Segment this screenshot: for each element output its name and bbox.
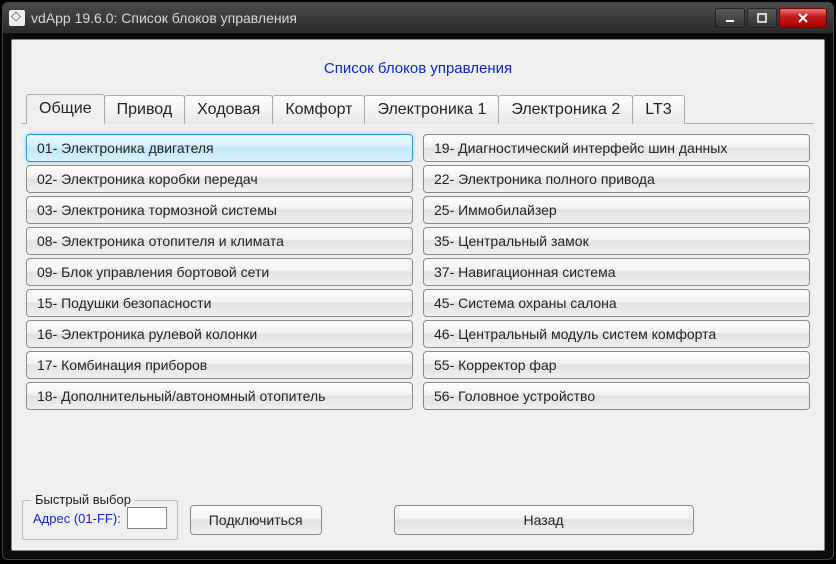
block-button[interactable]: 25- Иммобилайзер [423,196,810,224]
block-button[interactable]: 37- Навигационная система [423,258,810,286]
block-button[interactable]: 22- Электроника полного привода [423,165,810,193]
block-button[interactable]: 18- Дополнительный/автономный отопитель [26,382,413,410]
tab-0[interactable]: Общие [26,94,105,124]
block-button[interactable]: 56- Головное устройство [423,382,810,410]
maximize-button[interactable] [747,8,777,28]
tab-content: 01- Электроника двигателя 02- Электроника… [22,124,814,494]
tab-2[interactable]: Ходовая [184,95,273,124]
client-area: Список блоков управления ОбщиеПриводХодо… [11,39,825,551]
minimize-button[interactable] [715,8,745,28]
address-label: Адрес (01-FF): [33,511,121,526]
tab-3[interactable]: Комфорт [272,95,365,124]
quick-select-group: Быстрый выбор Адрес (01-FF): [22,500,178,540]
block-button[interactable]: 09- Блок управления бортовой сети [26,258,413,286]
back-button[interactable]: Назад [394,505,694,535]
tabstrip: ОбщиеПриводХодоваяКомфортЭлектроника 1Эл… [22,93,814,124]
block-button[interactable]: 17- Комбинация приборов [26,351,413,379]
block-button[interactable]: 55- Корректор фар [423,351,810,379]
close-button[interactable] [779,8,827,28]
block-button[interactable]: 16- Электроника рулевой колонки [26,320,413,348]
tab-4[interactable]: Электроника 1 [364,95,499,124]
block-button[interactable]: 01- Электроника двигателя [26,134,413,162]
titlebar[interactable]: vdApp 19.6.0: Список блоков управления [3,3,833,33]
tab-1[interactable]: Привод [104,95,186,124]
quick-select-legend: Быстрый выбор [31,492,135,507]
bottom-bar: Быстрый выбор Адрес (01-FF): Подключитьс… [22,494,814,540]
block-button[interactable]: 15- Подушки безопасности [26,289,413,317]
block-button[interactable]: 46- Центральный модуль систем комфорта [423,320,810,348]
block-button[interactable]: 08- Электроника отопителя и климата [26,227,413,255]
block-column-right: 19- Диагностический интерфейс шин данных… [423,134,810,410]
page-title: Список блоков управления [22,48,814,93]
connect-button[interactable]: Подключиться [190,505,322,535]
block-button[interactable]: 45- Система охраны салона [423,289,810,317]
window-title: vdApp 19.6.0: Список блоков управления [31,10,297,26]
block-column-left: 01- Электроника двигателя 02- Электроника… [26,134,413,410]
tab-6[interactable]: LT3 [632,95,684,124]
block-button[interactable]: 02- Электроника коробки передач [26,165,413,193]
block-button[interactable]: 35- Центральный замок [423,227,810,255]
block-button[interactable]: 03- Электроника тормозной системы [26,196,413,224]
app-icon [9,10,25,26]
address-input[interactable] [127,507,167,529]
tab-5[interactable]: Электроника 2 [498,95,633,124]
app-window: vdApp 19.6.0: Список блоков управления С… [2,2,834,560]
block-button[interactable]: 19- Диагностический интерфейс шин данных [423,134,810,162]
